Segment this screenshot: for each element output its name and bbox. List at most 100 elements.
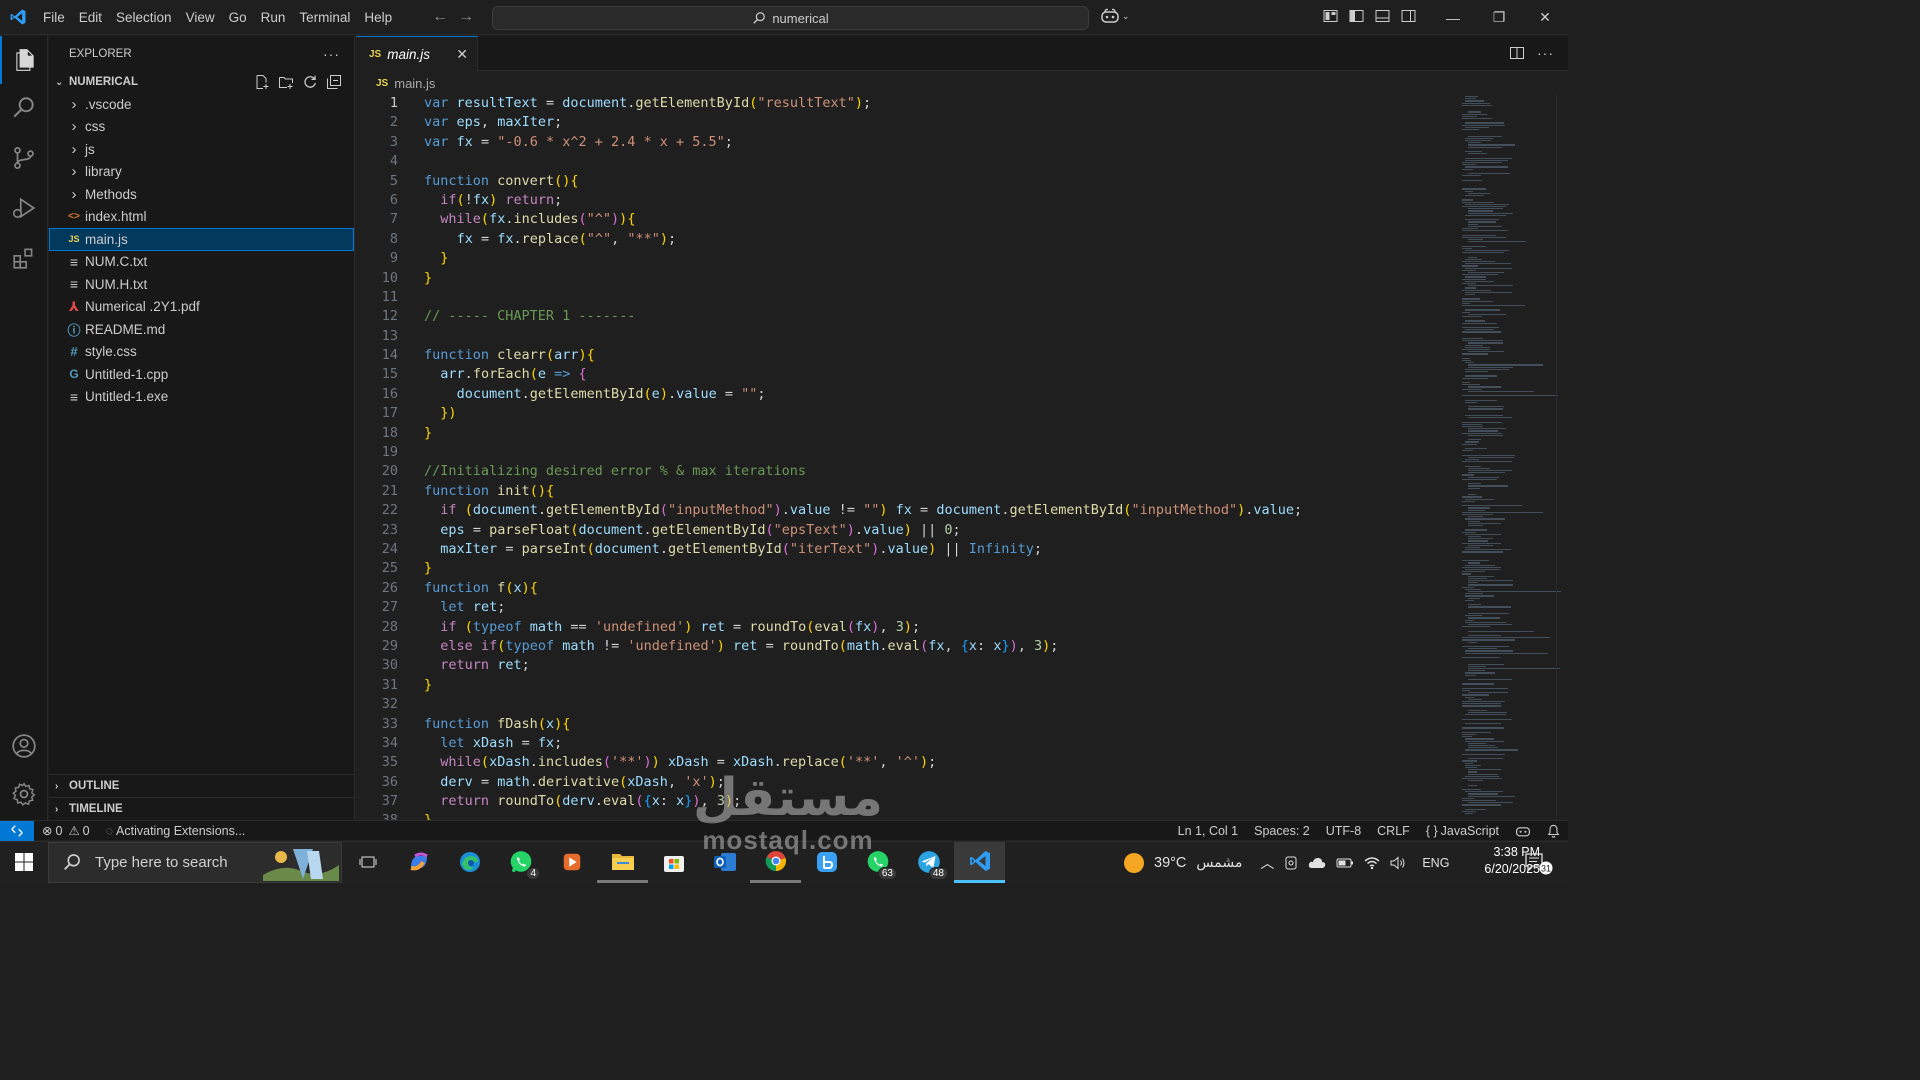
- code-line[interactable]: 20 //Initializing desired error % & max i…: [356, 462, 1302, 481]
- notification-center-icon[interactable]: 31: [1524, 851, 1554, 878]
- close-window-icon[interactable]: ✕: [1522, 0, 1568, 35]
- close-tab-icon[interactable]: ✕: [456, 46, 468, 63]
- toggle-panel-icon[interactable]: [1374, 8, 1391, 24]
- new-folder-icon[interactable]: [278, 74, 294, 90]
- code-line[interactable]: 3 var fx = "-0.6 * x^2 + 2.4 * x + 5.5";: [356, 133, 1302, 152]
- language-mode[interactable]: { } JavaScript: [1418, 824, 1507, 838]
- windows-start-icon[interactable]: [0, 842, 48, 883]
- media-player-icon[interactable]: [546, 842, 597, 883]
- code-line[interactable]: 36 derv = math.derivative(xDash, 'x');: [356, 773, 1302, 792]
- code-line[interactable]: 26 function f(x){: [356, 579, 1302, 598]
- code-line[interactable]: 30 return ret;: [356, 656, 1302, 675]
- menu-edit[interactable]: Edit: [72, 0, 109, 35]
- editor-scrollbar[interactable]: [1556, 94, 1568, 820]
- file-item[interactable]: G Untitled-1.cpp: [49, 363, 354, 386]
- code-line[interactable]: 18}: [356, 424, 1302, 443]
- code-line[interactable]: 6 if(!fx) return;: [356, 191, 1302, 210]
- telegram-icon[interactable]: 48: [903, 842, 954, 883]
- collapse-all-icon[interactable]: [326, 74, 342, 90]
- line-ending[interactable]: CRLF: [1369, 824, 1418, 838]
- code-line[interactable]: 4: [356, 152, 1302, 171]
- folder-item[interactable]: › css: [49, 116, 354, 139]
- remote-indicator[interactable]: [0, 820, 34, 841]
- menu-run[interactable]: Run: [254, 0, 293, 35]
- code-line[interactable]: 10}: [356, 269, 1302, 288]
- onedrive-cloud-icon[interactable]: [1308, 857, 1326, 869]
- weather-condition[interactable]: مشمس: [1196, 855, 1242, 871]
- volume-icon[interactable]: [1390, 855, 1406, 870]
- code-line[interactable]: 37 return roundTo(derv.eval({x: x}), 3);: [356, 792, 1302, 811]
- activity-indicator[interactable]: ◌ Activating Extensions...: [98, 824, 254, 838]
- code-line[interactable]: 33 function fDash(x){: [356, 715, 1302, 734]
- file-item[interactable]: <> index.html: [49, 206, 354, 229]
- edge-browser-icon[interactable]: [444, 842, 495, 883]
- accounts-icon[interactable]: [0, 722, 48, 770]
- code-line[interactable]: 34 let xDash = fx;: [356, 734, 1302, 753]
- outlook-icon[interactable]: [699, 842, 750, 883]
- code-line[interactable]: 8 fx = fx.replace("^", "**");: [356, 230, 1302, 249]
- copilot-button[interactable]: ⌄: [1100, 8, 1130, 24]
- code-lines[interactable]: 1 var resultText = document.getElementByI…: [356, 94, 1302, 820]
- file-item[interactable]: # style.css: [49, 341, 354, 364]
- menu-view[interactable]: View: [179, 0, 222, 35]
- camera-tray-icon[interactable]: [1284, 855, 1298, 871]
- microsoft-store-icon[interactable]: [648, 842, 699, 883]
- folder-item[interactable]: › Methods: [49, 183, 354, 206]
- folder-item[interactable]: › library: [49, 161, 354, 184]
- back-arrow-icon[interactable]: ←: [427, 8, 453, 26]
- menu-file[interactable]: File: [36, 0, 72, 35]
- tab-main-js[interactable]: JS main.js ✕: [356, 36, 478, 71]
- refresh-icon[interactable]: [302, 74, 318, 90]
- folder-header[interactable]: ⌄ NUMERICAL: [49, 71, 354, 93]
- file-item[interactable]: ⓘ README.md: [49, 318, 354, 341]
- menu-help[interactable]: Help: [357, 0, 399, 35]
- run-debug-icon[interactable]: [0, 184, 48, 232]
- copilot-status-icon[interactable]: [1507, 824, 1539, 838]
- code-line[interactable]: 22 if (document.getElementById("inputMet…: [356, 501, 1302, 520]
- chrome-icon[interactable]: [750, 842, 801, 883]
- code-line[interactable]: 17 }): [356, 404, 1302, 423]
- code-line[interactable]: 7 while(fx.includes("^")){: [356, 210, 1302, 229]
- minimize-icon[interactable]: —: [1430, 0, 1476, 35]
- code-line[interactable]: 21 function init(){: [356, 482, 1302, 501]
- weather-sun-icon[interactable]: [1124, 852, 1144, 873]
- vscode-taskbar-icon[interactable]: [954, 841, 1005, 883]
- code-line[interactable]: 9 }: [356, 249, 1302, 268]
- bluesky-app-icon[interactable]: [801, 842, 852, 883]
- minimap[interactable]: [1460, 94, 1561, 820]
- command-center-search[interactable]: numerical: [492, 6, 1089, 30]
- whatsapp-business-icon[interactable]: 63: [852, 842, 903, 883]
- code-line[interactable]: 15 arr.forEach(e => {: [356, 365, 1302, 384]
- code-line[interactable]: 13: [356, 327, 1302, 346]
- task-view-icon[interactable]: [342, 842, 393, 883]
- manage-gear-icon[interactable]: [0, 770, 48, 818]
- code-line[interactable]: 5 function convert(){: [356, 172, 1302, 191]
- weather-temp[interactable]: 39°C: [1154, 855, 1186, 871]
- breadcrumb-file[interactable]: main.js: [394, 76, 435, 91]
- menu-go[interactable]: Go: [222, 0, 254, 35]
- code-line[interactable]: 31}: [356, 676, 1302, 695]
- code-line[interactable]: 14 function clearr(arr){: [356, 346, 1302, 365]
- menu-selection[interactable]: Selection: [109, 0, 179, 35]
- code-line[interactable]: 25}: [356, 559, 1302, 578]
- file-item[interactable]: JS main.js: [49, 228, 354, 251]
- more-actions-icon[interactable]: ···: [323, 46, 340, 62]
- toggle-secondary-sidebar-icon[interactable]: [1400, 8, 1417, 24]
- editor-more-icon[interactable]: ···: [1537, 45, 1554, 61]
- code-line[interactable]: 23 eps = parseFloat(document.getElementB…: [356, 521, 1302, 540]
- source-control-icon[interactable]: [0, 134, 48, 182]
- battery-icon[interactable]: [1336, 857, 1354, 869]
- encoding[interactable]: UTF-8: [1318, 824, 1369, 838]
- code-line[interactable]: 28 if (typeof math == 'undefined') ret =…: [356, 618, 1302, 637]
- code-editor[interactable]: 1 var resultText = document.getElementByI…: [356, 94, 1568, 820]
- search-view-icon[interactable]: [0, 84, 48, 132]
- restore-icon[interactable]: ❐: [1476, 0, 1522, 35]
- file-item[interactable]: ≡ NUM.H.txt: [49, 273, 354, 296]
- code-line[interactable]: 11: [356, 288, 1302, 307]
- whatsapp-icon[interactable]: 4: [495, 842, 546, 883]
- timeline-section[interactable]: › TIMELINE: [49, 797, 354, 820]
- code-line[interactable]: 32: [356, 695, 1302, 714]
- problems-indicator[interactable]: ⊗ 0 ⚠ 0: [34, 823, 98, 839]
- code-line[interactable]: 2 var eps, maxIter;: [356, 113, 1302, 132]
- code-line[interactable]: 1 var resultText = document.getElementByI…: [356, 94, 1302, 113]
